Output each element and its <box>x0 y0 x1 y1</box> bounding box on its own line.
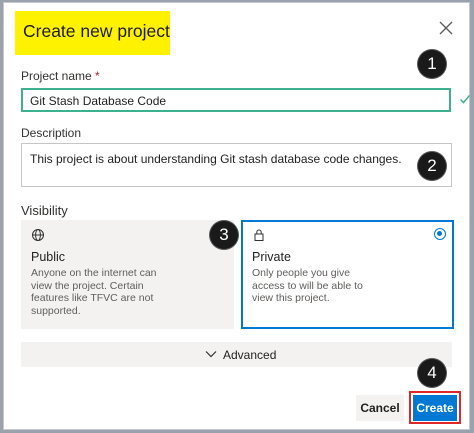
required-marker: * <box>95 69 100 83</box>
project-name-label: Project name * <box>21 69 100 83</box>
description-textarea[interactable]: This project is about understanding Git … <box>21 143 452 187</box>
lock-icon <box>254 229 264 241</box>
annotation-badge-1: 1 <box>418 50 446 78</box>
project-name-label-text: Project name <box>21 69 92 83</box>
annotation-badge-3: 3 <box>210 221 238 249</box>
close-icon[interactable] <box>437 19 455 37</box>
globe-icon <box>32 229 44 241</box>
public-description: Anyone on the internet can view the proj… <box>31 267 157 317</box>
description-label: Description <box>21 126 82 140</box>
private-description: Only people you give access to will be a… <box>252 267 363 305</box>
annotation-badge-4: 4 <box>418 359 446 387</box>
public-description-line: supported. <box>31 304 81 317</box>
public-description-line: view the project. Certain <box>31 279 144 292</box>
dialog-title: Create new project <box>23 21 170 41</box>
private-description-line: access to will be able to <box>252 279 363 292</box>
private-title: Private <box>252 250 291 264</box>
advanced-label: Advanced <box>223 348 277 362</box>
private-radio-selected[interactable] <box>434 228 446 240</box>
private-description-line: view this project. <box>252 292 330 304</box>
visibility-private-card[interactable]: Private Only people you give access to w… <box>241 220 454 329</box>
visibility-public-card[interactable]: Public Anyone on the internet can view t… <box>21 220 234 329</box>
create-button[interactable]: Create <box>413 395 457 421</box>
private-description-line: Only people you give <box>252 267 351 279</box>
annotation-badge-2: 2 <box>418 152 446 180</box>
project-name-input[interactable]: Git Stash Database Code <box>21 88 451 112</box>
create-project-dialog: Create new project Project name * Git St… <box>3 2 471 430</box>
visibility-label: Visibility <box>21 203 68 218</box>
chevron-down-icon <box>205 351 217 358</box>
public-description-line: Anyone on the internet can <box>31 267 157 279</box>
public-title: Public <box>31 250 66 264</box>
checkmark-icon <box>459 95 471 104</box>
advanced-toggle[interactable]: Advanced <box>21 342 452 367</box>
cancel-button[interactable]: Cancel <box>356 395 404 421</box>
public-description-line: features like TFVC are not <box>31 292 154 304</box>
